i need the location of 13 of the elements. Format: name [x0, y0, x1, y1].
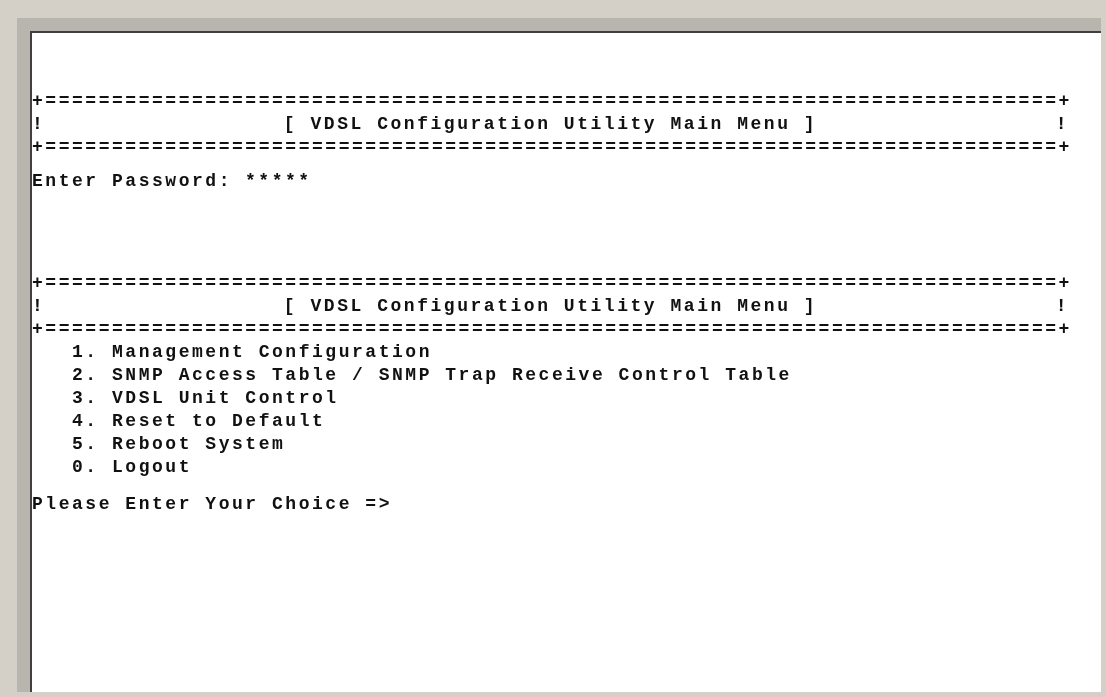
- ascii-border: +============================================================================+: [32, 90, 1072, 113]
- menu-title: [ VDSL Configuration Utility Main Menu ]: [283, 113, 818, 136]
- ascii-border: +============================================================================+: [32, 318, 1072, 341]
- border-char: !: [32, 295, 46, 318]
- ascii-border: +============================================================================+: [32, 272, 1072, 295]
- ascii-border: +============================================================================+: [32, 136, 1072, 159]
- input-prompt: Please Enter Your Choice =>: [32, 493, 392, 516]
- border-char: !: [1055, 113, 1069, 136]
- border-char: !: [1055, 295, 1069, 318]
- border-char: !: [32, 113, 46, 136]
- menu-title: [ VDSL Configuration Utility Main Menu ]: [283, 295, 818, 318]
- password-value[interactable]: *****: [245, 170, 312, 193]
- password-label: Enter Password:: [32, 170, 232, 193]
